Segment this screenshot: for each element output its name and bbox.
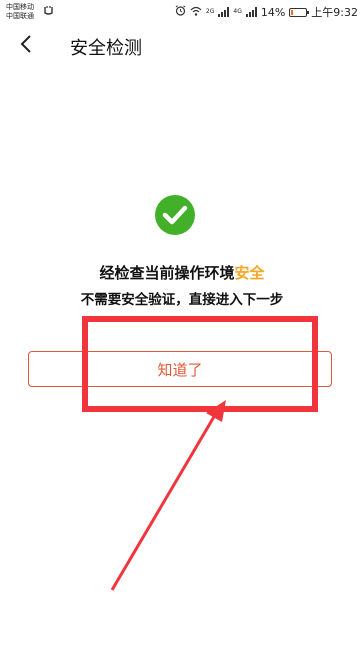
page-title: 安全检测	[70, 38, 142, 59]
carrier-2: 中国联通	[6, 12, 34, 20]
battery-percent: 14%	[260, 5, 286, 19]
status-bar: 中国移动 中国联通 2G 4G 14% 上午9:32	[0, 0, 364, 24]
wifi-icon	[190, 6, 202, 19]
carrier-badge-icon	[44, 5, 53, 18]
result-message: 经检查当前操作环境安全	[0, 262, 364, 283]
carrier-labels: 中国移动 中国联通	[6, 3, 34, 21]
status-time: 上午9:32	[311, 6, 358, 19]
confirm-button[interactable]: 知道了	[28, 351, 332, 387]
status-indicators: 2G 4G 14% 上午9:32	[175, 4, 358, 20]
annotation-arrow	[110, 400, 226, 591]
chevron-left-icon	[19, 34, 33, 58]
result-status-highlight: 安全	[234, 264, 265, 282]
check-circle-icon	[155, 195, 195, 235]
page-header: 安全检测	[0, 24, 364, 68]
signal-icon	[245, 7, 257, 17]
battery-icon	[289, 7, 310, 17]
network-tag-1: 2G	[205, 8, 215, 15]
battery-fill	[291, 9, 294, 15]
network-tag-2: 4G	[233, 8, 242, 15]
confirm-button-label: 知道了	[157, 360, 203, 379]
result-subtext: 不需要安全验证，直接进入下一步	[80, 292, 284, 308]
alarm-icon	[175, 5, 186, 19]
back-button[interactable]	[10, 30, 42, 62]
carrier-1: 中国移动	[6, 3, 34, 11]
result-message-prefix: 经检查当前操作环境	[99, 264, 235, 282]
signal-icon	[218, 7, 230, 17]
